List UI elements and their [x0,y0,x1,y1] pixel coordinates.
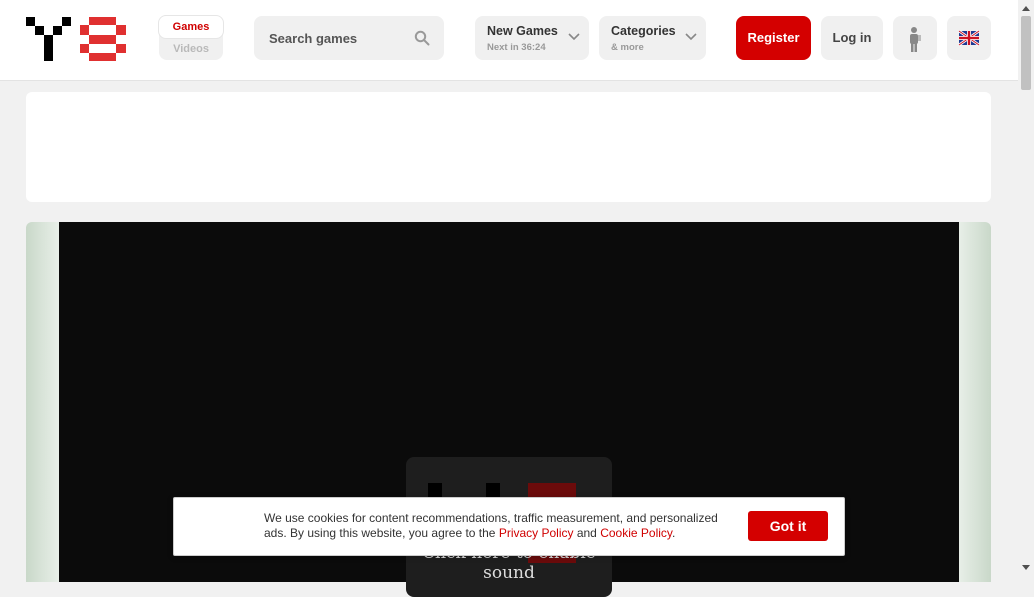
scrollbar-thumb[interactable] [1021,16,1031,90]
scroll-up-icon[interactable] [1022,5,1030,11]
y8-logo[interactable] [26,17,126,61]
register-button[interactable]: Register [736,16,811,60]
search-box [254,16,444,60]
new-games-label: New Games [487,24,558,38]
site-header: Games Videos New Games Next in 36:24 Cat… [0,0,1018,81]
categories-dropdown[interactable]: Categories & more [599,16,706,60]
cookie-banner: We use cookies for content recommendatio… [173,497,845,556]
ad-banner-area [26,92,991,202]
cookie-policy-link[interactable]: Cookie Policy [600,526,672,540]
videos-tab[interactable]: Videos [159,38,223,60]
page-scrollbar[interactable] [1018,0,1034,576]
login-button[interactable]: Log in [821,16,883,60]
chevron-down-icon [685,33,697,41]
got-it-button[interactable]: Got it [748,511,828,541]
profile-button[interactable] [893,16,937,60]
cookie-and-text: and [573,526,601,540]
new-games-dropdown[interactable]: New Games Next in 36:24 [475,16,589,60]
search-input[interactable] [254,16,419,60]
person-icon [910,27,921,52]
categories-label: Categories [611,24,676,38]
search-icon[interactable] [414,30,430,46]
new-games-countdown: Next in 36:24 [487,42,546,53]
scroll-down-icon[interactable] [1022,565,1030,571]
games-tab[interactable]: Games [159,16,223,38]
chevron-down-icon [568,33,580,41]
language-button[interactable] [947,16,991,60]
cookie-message: We use cookies for content recommendatio… [264,511,734,541]
uk-flag-icon [958,29,980,47]
cookie-period: . [672,526,676,540]
categories-sublabel: & more [611,42,644,53]
content-type-toggle: Games Videos [159,16,223,60]
privacy-policy-link[interactable]: Privacy Policy [499,526,574,540]
